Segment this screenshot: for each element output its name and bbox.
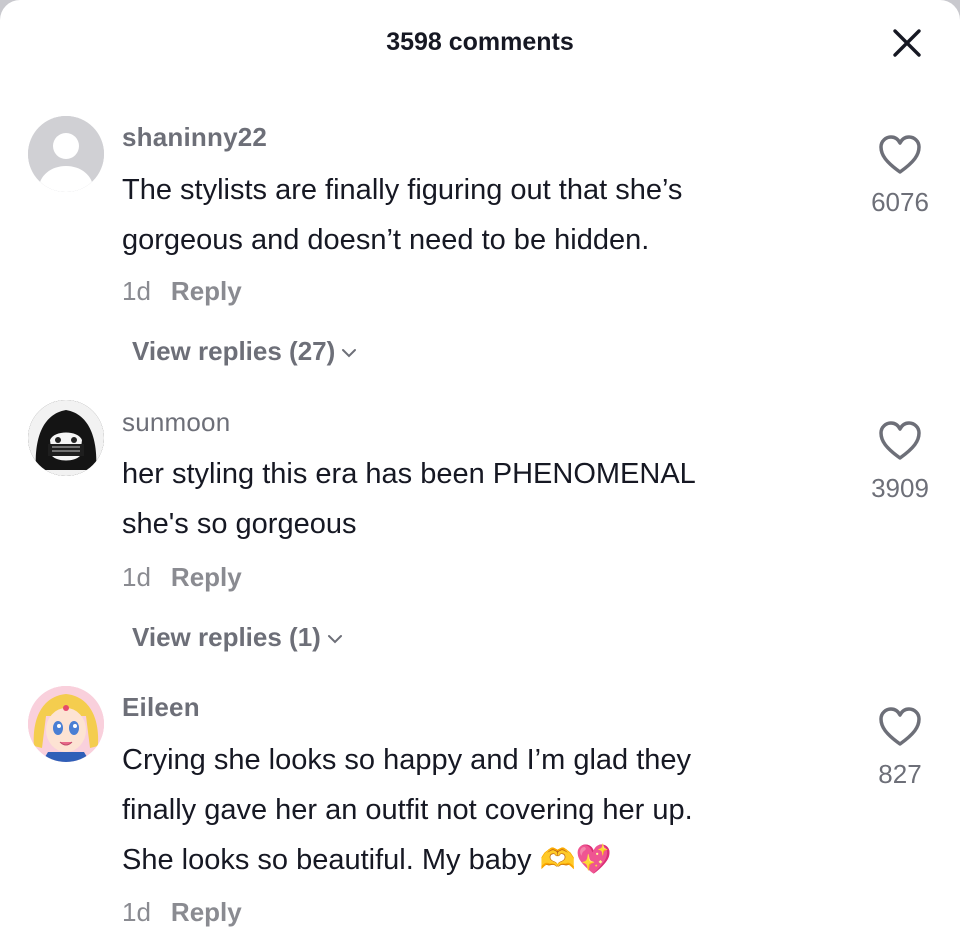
avatar[interactable] — [28, 400, 104, 476]
comment-text-line: her styling this era has been PHENOMENAL — [122, 458, 696, 490]
comments-header: 3598 comments — [0, 0, 960, 90]
chevron-down-icon — [327, 635, 342, 644]
comment-username[interactable]: Eileen — [122, 692, 200, 723]
heart-outline-icon — [879, 135, 921, 174]
comment-meta: 1d Reply — [122, 562, 242, 593]
comment-text-line: finally gave her an outfit not covering … — [122, 794, 693, 826]
reply-button[interactable]: Reply — [171, 276, 242, 306]
reply-button[interactable]: Reply — [171, 562, 242, 592]
sailor-moon-avatar-icon — [28, 686, 104, 762]
view-replies-button[interactable]: View replies (1) — [132, 622, 343, 653]
like-count: 6076 — [871, 187, 929, 217]
like-count: 3909 — [871, 473, 929, 503]
comment-text-line: gorgeous and doesn’t need to be hidden. — [122, 224, 650, 256]
comment-text-line: She looks so beautiful. My baby 🫶💖 — [122, 844, 612, 876]
avatar[interactable] — [28, 116, 104, 192]
comment-meta: 1d Reply — [122, 897, 242, 928]
comment-username[interactable]: shaninny22 — [122, 122, 267, 153]
like-button[interactable]: 827 — [868, 706, 932, 790]
like-count: 827 — [878, 759, 922, 789]
comment-meta: 1d Reply — [122, 276, 242, 307]
default-avatar-icon — [28, 116, 104, 192]
comment-age: 1d — [122, 562, 151, 592]
view-replies-label: View replies (1) — [132, 622, 321, 652]
like-button[interactable]: 3909 — [868, 420, 932, 504]
close-button[interactable] — [890, 26, 924, 60]
comment-age: 1d — [122, 897, 151, 927]
comment-text: The stylists are finally figuring out th… — [122, 165, 812, 265]
view-replies-button[interactable]: View replies (27) — [132, 336, 357, 367]
heart-outline-icon — [879, 707, 921, 746]
reply-button[interactable]: Reply — [171, 897, 242, 927]
comment-age: 1d — [122, 276, 151, 306]
comment-text-line: she's so gorgeous — [122, 508, 357, 540]
comment-count-title: 3598 comments — [386, 28, 574, 56]
comment-text: Crying she looks so happy and I’m glad t… — [122, 735, 812, 885]
comment-username[interactable]: sunmoon — [122, 407, 230, 438]
anime-character-avatar-icon — [28, 400, 104, 476]
close-icon — [893, 29, 921, 57]
heart-outline-icon — [879, 421, 921, 460]
chevron-down-icon — [342, 349, 357, 358]
avatar[interactable] — [28, 686, 104, 762]
comments-sheet: 3598 comments shaninny22 The stylists ar… — [0, 0, 960, 944]
comment-text-line: Crying she looks so happy and I’m glad t… — [122, 744, 692, 776]
view-replies-label: View replies (27) — [132, 336, 336, 366]
comment-text: her styling this era has been PHENOMENAL… — [122, 449, 812, 549]
comment-text-line: The stylists are finally figuring out th… — [122, 174, 683, 206]
like-button[interactable]: 6076 — [868, 134, 932, 218]
